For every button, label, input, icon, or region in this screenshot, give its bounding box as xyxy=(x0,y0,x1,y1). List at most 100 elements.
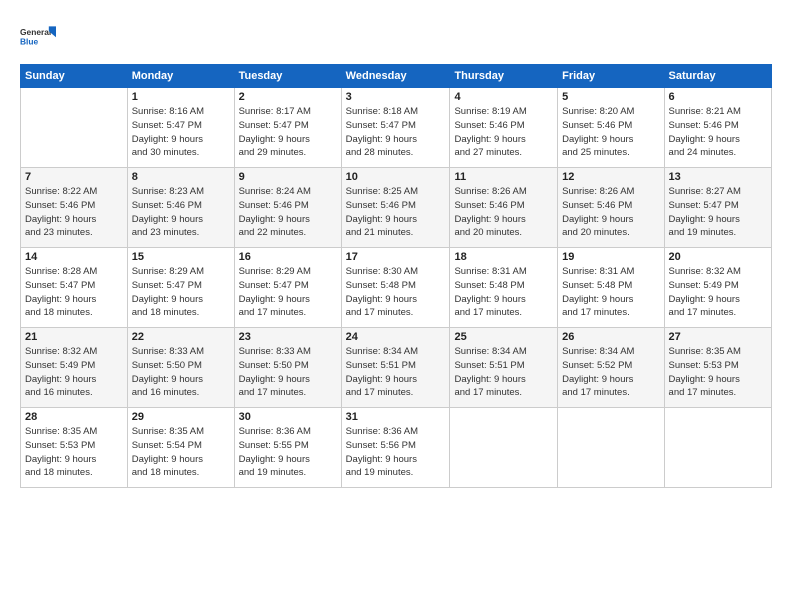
calendar-cell: 22Sunrise: 8:33 AMSunset: 5:50 PMDayligh… xyxy=(127,328,234,408)
calendar-cell xyxy=(450,408,558,488)
day-info: Sunrise: 8:18 AMSunset: 5:47 PMDaylight:… xyxy=(346,105,446,160)
day-info: Sunrise: 8:22 AMSunset: 5:46 PMDaylight:… xyxy=(25,185,123,240)
day-info: Sunrise: 8:35 AMSunset: 5:53 PMDaylight:… xyxy=(25,425,123,480)
calendar-cell: 28 Sunrise: 8:35 AMSunset: 5:53 PMDayligh… xyxy=(21,408,128,488)
day-number: 1 xyxy=(132,91,230,103)
day-info: Sunrise: 8:32 AMSunset: 5:49 PMDaylight:… xyxy=(25,345,123,400)
day-info: Sunrise: 8:19 AMSunset: 5:46 PMDaylight:… xyxy=(454,105,553,160)
calendar-header-row: SundayMondayTuesdayWednesdayThursdayFrid… xyxy=(21,65,772,88)
calendar-cell: 3 Sunrise: 8:18 AMSunset: 5:47 PMDaylight… xyxy=(341,88,450,168)
day-info: Sunrise: 8:34 AMSunset: 5:51 PMDaylight:… xyxy=(346,345,446,400)
day-number: 29 xyxy=(132,411,230,423)
calendar-cell: 13 Sunrise: 8:27 AMSunset: 5:47 PMDayligh… xyxy=(664,168,771,248)
calendar-cell: 7 Sunrise: 8:22 AMSunset: 5:46 PMDaylight… xyxy=(21,168,128,248)
calendar-cell: 9 Sunrise: 8:24 AMSunset: 5:46 PMDaylight… xyxy=(234,168,341,248)
calendar-cell: 14 Sunrise: 8:28 AMSunset: 5:47 PMDayligh… xyxy=(21,248,128,328)
svg-text:General: General xyxy=(20,27,51,37)
day-number: 21 xyxy=(25,331,123,343)
day-number: 27 xyxy=(669,331,767,343)
day-info: Sunrise: 8:26 AMSunset: 5:46 PMDaylight:… xyxy=(454,185,553,240)
calendar-cell: 26 Sunrise: 8:34 AMSunset: 5:52 PMDayligh… xyxy=(558,328,664,408)
calendar-cell: 24 Sunrise: 8:34 AMSunset: 5:51 PMDayligh… xyxy=(341,328,450,408)
calendar-page: General Blue SundayMondayTuesdayWednesda… xyxy=(0,0,792,612)
day-info: Sunrise: 8:35 AMSunset: 5:54 PMDaylight:… xyxy=(132,425,230,480)
header-day-monday: Monday xyxy=(127,65,234,88)
header-day-sunday: Sunday xyxy=(21,65,128,88)
day-number: 26 xyxy=(562,331,659,343)
calendar-cell: 30 Sunrise: 8:36 AMSunset: 5:55 PMDayligh… xyxy=(234,408,341,488)
header-day-tuesday: Tuesday xyxy=(234,65,341,88)
day-number: 13 xyxy=(669,171,767,183)
logo: General Blue xyxy=(20,18,56,54)
calendar-cell: 1 Sunrise: 8:16 AMSunset: 5:47 PMDaylight… xyxy=(127,88,234,168)
calendar-cell: 4 Sunrise: 8:19 AMSunset: 5:46 PMDaylight… xyxy=(450,88,558,168)
day-number: 31 xyxy=(346,411,446,423)
calendar-cell: 10Sunrise: 8:25 AMSunset: 5:46 PMDayligh… xyxy=(341,168,450,248)
day-info: Sunrise: 8:16 AMSunset: 5:47 PMDaylight:… xyxy=(132,105,230,160)
day-number: 7 xyxy=(25,171,123,183)
header-day-wednesday: Wednesday xyxy=(341,65,450,88)
calendar-cell: 15 Sunrise: 8:29 AMSunset: 5:47 PMDayligh… xyxy=(127,248,234,328)
week-row-5: 28 Sunrise: 8:35 AMSunset: 5:53 PMDayligh… xyxy=(21,408,772,488)
week-row-4: 21 Sunrise: 8:32 AMSunset: 5:49 PMDayligh… xyxy=(21,328,772,408)
day-info: Sunrise: 8:29 AMSunset: 5:47 PMDaylight:… xyxy=(132,265,230,320)
day-number: 20 xyxy=(669,251,767,263)
calendar-cell xyxy=(558,408,664,488)
week-row-3: 14 Sunrise: 8:28 AMSunset: 5:47 PMDayligh… xyxy=(21,248,772,328)
calendar-cell: 23 Sunrise: 8:33 AMSunset: 5:50 PMDayligh… xyxy=(234,328,341,408)
day-number: 9 xyxy=(239,171,337,183)
day-info: Sunrise: 8:36 AMSunset: 5:55 PMDaylight:… xyxy=(239,425,337,480)
day-number: 4 xyxy=(454,91,553,103)
svg-text:Blue: Blue xyxy=(20,36,39,46)
calendar-cell xyxy=(664,408,771,488)
day-number: 28 xyxy=(25,411,123,423)
calendar-cell: 21 Sunrise: 8:32 AMSunset: 5:49 PMDayligh… xyxy=(21,328,128,408)
day-number: 8 xyxy=(132,171,230,183)
calendar-cell: 27 Sunrise: 8:35 AMSunset: 5:53 PMDayligh… xyxy=(664,328,771,408)
day-info: Sunrise: 8:20 AMSunset: 5:46 PMDaylight:… xyxy=(562,105,659,160)
day-number: 16 xyxy=(239,251,337,263)
header-area: General Blue xyxy=(20,18,772,54)
calendar-cell: 19 Sunrise: 8:31 AMSunset: 5:48 PMDayligh… xyxy=(558,248,664,328)
day-number: 18 xyxy=(454,251,553,263)
day-info: Sunrise: 8:33 AMSunset: 5:50 PMDaylight:… xyxy=(132,345,230,400)
day-info: Sunrise: 8:31 AMSunset: 5:48 PMDaylight:… xyxy=(454,265,553,320)
calendar-cell: 2Sunrise: 8:17 AMSunset: 5:47 PMDaylight… xyxy=(234,88,341,168)
calendar-cell: 6Sunrise: 8:21 AMSunset: 5:46 PMDaylight… xyxy=(664,88,771,168)
calendar-cell: 25 Sunrise: 8:34 AMSunset: 5:51 PMDayligh… xyxy=(450,328,558,408)
day-info: Sunrise: 8:24 AMSunset: 5:46 PMDaylight:… xyxy=(239,185,337,240)
day-info: Sunrise: 8:23 AMSunset: 5:46 PMDaylight:… xyxy=(132,185,230,240)
day-number: 3 xyxy=(346,91,446,103)
header-day-friday: Friday xyxy=(558,65,664,88)
day-number: 25 xyxy=(454,331,553,343)
calendar-cell: 18 Sunrise: 8:31 AMSunset: 5:48 PMDayligh… xyxy=(450,248,558,328)
day-info: Sunrise: 8:17 AMSunset: 5:47 PMDaylight:… xyxy=(239,105,337,160)
calendar-cell: 29 Sunrise: 8:35 AMSunset: 5:54 PMDayligh… xyxy=(127,408,234,488)
day-number: 30 xyxy=(239,411,337,423)
header-day-thursday: Thursday xyxy=(450,65,558,88)
day-number: 15 xyxy=(132,251,230,263)
day-info: Sunrise: 8:33 AMSunset: 5:50 PMDaylight:… xyxy=(239,345,337,400)
day-info: Sunrise: 8:29 AMSunset: 5:47 PMDaylight:… xyxy=(239,265,337,320)
day-number: 23 xyxy=(239,331,337,343)
calendar-cell xyxy=(21,88,128,168)
day-info: Sunrise: 8:21 AMSunset: 5:46 PMDaylight:… xyxy=(669,105,767,160)
day-info: Sunrise: 8:35 AMSunset: 5:53 PMDaylight:… xyxy=(669,345,767,400)
day-info: Sunrise: 8:31 AMSunset: 5:48 PMDaylight:… xyxy=(562,265,659,320)
day-number: 24 xyxy=(346,331,446,343)
day-number: 14 xyxy=(25,251,123,263)
day-number: 5 xyxy=(562,91,659,103)
day-number: 19 xyxy=(562,251,659,263)
day-info: Sunrise: 8:34 AMSunset: 5:52 PMDaylight:… xyxy=(562,345,659,400)
logo-svg: General Blue xyxy=(20,18,56,54)
calendar-cell: 16 Sunrise: 8:29 AMSunset: 5:47 PMDayligh… xyxy=(234,248,341,328)
calendar-cell: 17Sunrise: 8:30 AMSunset: 5:48 PMDayligh… xyxy=(341,248,450,328)
calendar-cell: 5 Sunrise: 8:20 AMSunset: 5:46 PMDaylight… xyxy=(558,88,664,168)
day-number: 12 xyxy=(562,171,659,183)
calendar-cell: 20Sunrise: 8:32 AMSunset: 5:49 PMDayligh… xyxy=(664,248,771,328)
day-info: Sunrise: 8:34 AMSunset: 5:51 PMDaylight:… xyxy=(454,345,553,400)
day-info: Sunrise: 8:25 AMSunset: 5:46 PMDaylight:… xyxy=(346,185,446,240)
day-info: Sunrise: 8:28 AMSunset: 5:47 PMDaylight:… xyxy=(25,265,123,320)
day-info: Sunrise: 8:27 AMSunset: 5:47 PMDaylight:… xyxy=(669,185,767,240)
day-info: Sunrise: 8:30 AMSunset: 5:48 PMDaylight:… xyxy=(346,265,446,320)
